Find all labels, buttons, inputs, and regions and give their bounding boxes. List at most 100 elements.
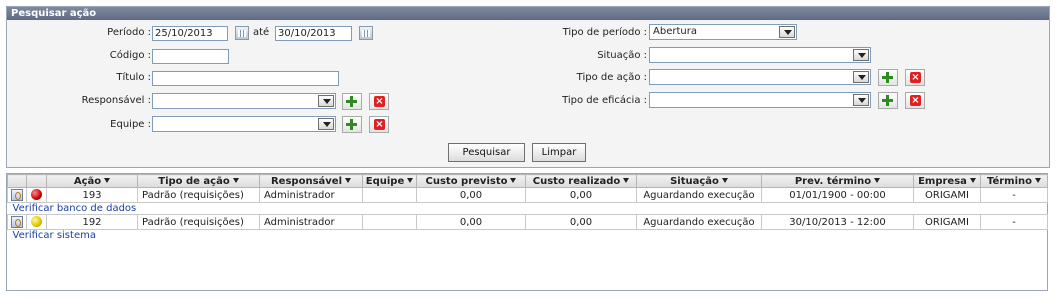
status-cell — [26, 187, 47, 203]
clear-responsavel-button[interactable]: × — [369, 93, 389, 110]
col-situacao[interactable]: Situação — [636, 174, 762, 188]
search-button[interactable]: Pesquisar — [448, 143, 525, 162]
delete-icon: × — [374, 119, 385, 130]
clear-tipo-acao-button[interactable]: × — [905, 69, 925, 86]
yellow-status-icon — [31, 216, 42, 227]
titulo-label: Título : — [116, 72, 151, 83]
situacao-label: Situação : — [597, 50, 647, 61]
status-cell — [26, 214, 47, 230]
chevron-down-icon — [779, 26, 795, 38]
situacao-cell: Aguardando execução — [636, 187, 762, 203]
delete-icon: × — [374, 96, 385, 107]
col-custo-previsto[interactable]: Custo previsto — [416, 174, 526, 188]
col-termino[interactable]: Término — [980, 174, 1048, 188]
description-link[interactable]: Verificar sistema — [8, 230, 1048, 242]
add-icon — [882, 72, 893, 83]
equipe-label: Equipe : — [110, 119, 151, 130]
tipo-cell: Padrão (requisições) — [137, 187, 260, 203]
add-responsavel-button[interactable] — [342, 93, 362, 110]
col-tipo-acao[interactable]: Tipo de ação — [137, 174, 260, 188]
chevron-down-icon — [969, 178, 976, 183]
codigo-label: Código : — [109, 50, 151, 61]
edit-cell[interactable] — [7, 187, 27, 203]
delete-icon: × — [910, 95, 921, 106]
termino-cell: - — [980, 214, 1048, 230]
equipe-cell — [362, 214, 417, 230]
equipe-select[interactable] — [152, 116, 336, 132]
tipo-cell: Padrão (requisições) — [137, 214, 260, 230]
chevron-down-icon — [345, 178, 351, 183]
add-icon — [346, 119, 357, 130]
tipo-periodo-label: Tipo de período : — [562, 27, 647, 38]
edit-icon[interactable] — [11, 215, 23, 228]
calendar-from-icon[interactable] — [235, 26, 249, 40]
tipo-acao-label: Tipo de ação : — [576, 72, 647, 83]
tipo-periodo-select-value: Abertura — [653, 26, 697, 37]
col-status — [26, 174, 47, 188]
col-responsavel[interactable]: Responsável — [259, 174, 363, 188]
col-acao[interactable]: Ação — [46, 174, 138, 188]
responsavel-label: Responsável : — [81, 95, 151, 106]
chevron-down-icon — [853, 94, 869, 106]
tipo-eficacia-label: Tipo de eficácia : — [562, 95, 647, 106]
chevron-down-icon — [874, 178, 881, 183]
tipo-eficacia-select[interactable] — [649, 92, 871, 108]
empresa-cell: ORIGAMI — [913, 187, 981, 203]
chevron-down-icon — [623, 178, 630, 183]
col-edit — [7, 174, 27, 188]
table-row[interactable]: 192 Padrão (requisições) Administrador 0… — [7, 214, 1048, 230]
responsavel-cell: Administrador — [259, 187, 363, 203]
calendar-to-icon[interactable] — [359, 26, 373, 40]
chevron-down-icon — [407, 178, 414, 183]
chevron-down-icon — [104, 178, 111, 183]
search-panel: Pesquisar ação Período : até Código : Tí… — [6, 6, 1050, 168]
col-prev-termino[interactable]: Prev. término — [761, 174, 914, 188]
responsavel-select[interactable] — [152, 93, 336, 109]
chevron-down-icon — [318, 118, 334, 130]
periodo-from-input[interactable] — [152, 26, 228, 41]
prev-termino-cell: 01/01/1900 - 00:00 — [761, 187, 914, 203]
situacao-cell: Aguardando execução — [636, 214, 762, 230]
situacao-select[interactable] — [649, 47, 871, 63]
row-description[interactable]: Verificar sistema — [8, 230, 1048, 242]
chevron-down-icon — [510, 178, 517, 183]
edit-cell[interactable] — [7, 214, 27, 230]
acao-cell: 193 — [46, 187, 138, 203]
custo-previsto-cell: 0,00 — [416, 187, 526, 203]
chevron-down-icon — [232, 178, 239, 183]
tipo-periodo-select[interactable]: Abertura — [649, 24, 797, 40]
col-empresa[interactable]: Empresa — [913, 174, 981, 188]
col-custo-realizado[interactable]: Custo realizado — [525, 174, 637, 188]
results-grid: Ação Tipo de ação Responsável Equipe Cus… — [6, 173, 1048, 291]
panel-title: Pesquisar ação — [7, 7, 1049, 20]
empresa-cell: ORIGAMI — [913, 214, 981, 230]
chevron-down-icon — [1035, 178, 1042, 183]
table-header-row: Ação Tipo de ação Responsável Equipe Cus… — [7, 174, 1048, 188]
add-tipo-eficacia-button[interactable] — [878, 92, 898, 109]
results-table: Ação Tipo de ação Responsável Equipe Cus… — [7, 174, 1048, 242]
clear-button[interactable]: Limpar — [532, 143, 586, 162]
row-description[interactable]: Verificar banco de dados — [8, 203, 1048, 215]
edit-icon[interactable] — [11, 188, 23, 201]
clear-equipe-button[interactable]: × — [369, 116, 389, 133]
titulo-input[interactable] — [152, 71, 339, 86]
prev-termino-cell: 30/10/2013 - 12:00 — [761, 214, 914, 230]
tipo-acao-select[interactable] — [649, 69, 871, 85]
chevron-down-icon — [853, 49, 869, 61]
chevron-down-icon — [318, 95, 334, 107]
codigo-input[interactable] — [152, 49, 229, 64]
periodo-to-input[interactable] — [275, 26, 352, 41]
clear-tipo-eficacia-button[interactable]: × — [905, 92, 925, 109]
delete-icon: × — [910, 72, 921, 83]
custo-previsto-cell: 0,00 — [416, 214, 526, 230]
red-status-icon — [31, 189, 42, 200]
col-equipe[interactable]: Equipe — [362, 174, 417, 188]
table-row[interactable]: 193 Padrão (requisições) Administrador 0… — [7, 187, 1048, 203]
chevron-down-icon — [721, 178, 728, 183]
ate-label: até — [253, 27, 270, 38]
description-link[interactable]: Verificar banco de dados — [8, 203, 1048, 215]
add-tipo-acao-button[interactable] — [878, 69, 898, 86]
chevron-down-icon — [853, 71, 869, 83]
periodo-label: Período : — [107, 27, 151, 38]
add-equipe-button[interactable] — [342, 116, 362, 133]
